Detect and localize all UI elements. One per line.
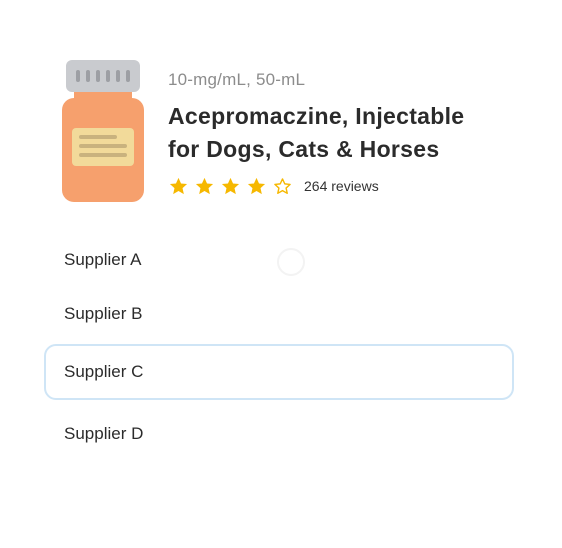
supplier-option-b[interactable]: Supplier B	[44, 286, 514, 342]
supplier-option-c[interactable]: Supplier C	[44, 344, 514, 400]
supplier-label: Supplier B	[64, 304, 143, 323]
product-subtitle: 10-mg/mL, 50-mL	[168, 70, 306, 89]
star-filled-icon	[247, 177, 266, 194]
star-filled-icon	[221, 177, 240, 194]
product-title-line-2: for Dogs, Cats & Horses	[168, 136, 440, 162]
medicine-bottle-icon	[62, 60, 144, 202]
star-filled-icon	[195, 177, 214, 194]
product-title: Acepromaczine, Injectable for Dogs, Cats…	[168, 100, 528, 166]
supplier-option-a[interactable]: Supplier A	[44, 232, 514, 288]
star-outline-icon	[274, 177, 291, 194]
supplier-option-d[interactable]: Supplier D	[44, 406, 514, 462]
supplier-label: Supplier C	[64, 362, 144, 381]
supplier-label: Supplier A	[64, 250, 142, 269]
product-page: 10-mg/mL, 50-mL Acepromaczine, Injectabl…	[0, 0, 562, 548]
product-rating: 264 reviews	[168, 174, 379, 198]
supplier-label: Supplier D	[64, 424, 144, 443]
product-title-line-1: Acepromaczine, Injectable	[168, 103, 465, 129]
star-filled-icon	[169, 177, 188, 194]
review-count[interactable]: 264 reviews	[304, 178, 379, 194]
